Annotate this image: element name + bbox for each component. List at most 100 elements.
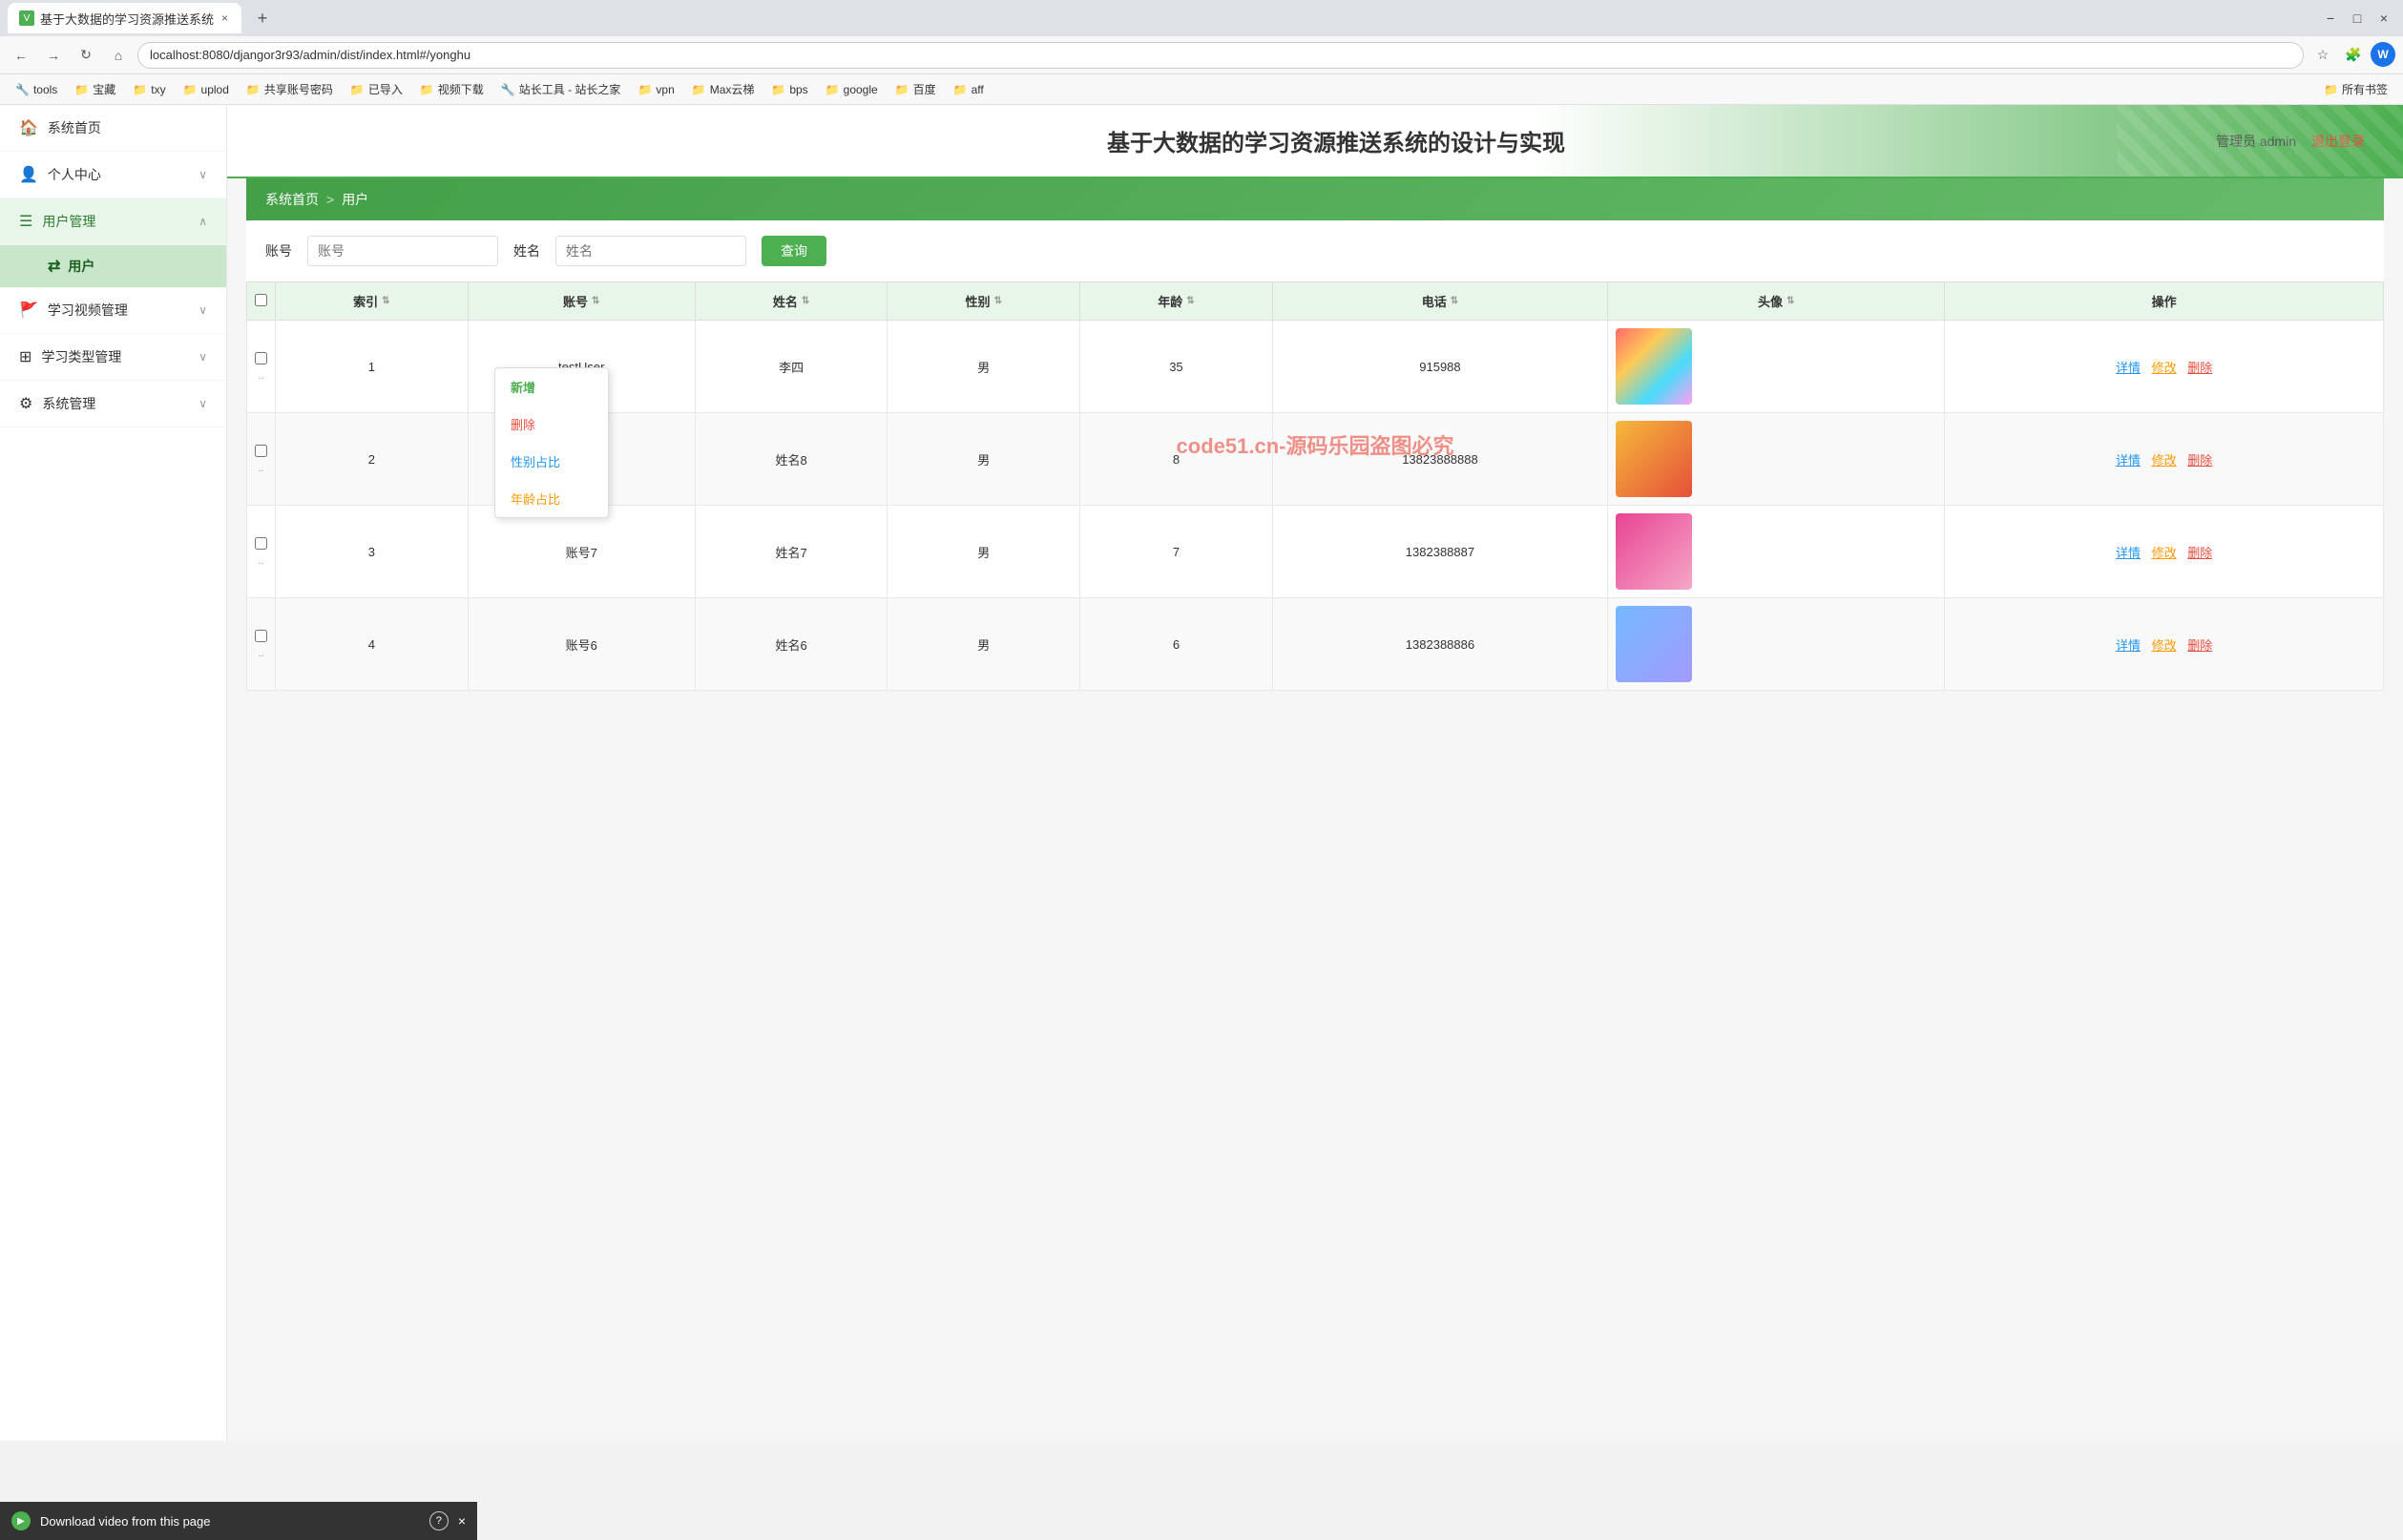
sidebar-item-home[interactable]: 🏠 系统首页 bbox=[0, 105, 226, 152]
bookmark-uplod[interactable]: 📁 uplod bbox=[176, 78, 237, 101]
row2-edit-link[interactable]: 修改 bbox=[2152, 453, 2177, 468]
bookmark-vpn[interactable]: 📁 vpn bbox=[630, 78, 681, 101]
bookmark-shared-label: 共享账号密码 bbox=[264, 81, 333, 97]
row3-avatar-cell bbox=[1608, 506, 1945, 598]
bookmark-shared-account[interactable]: 📁 共享账号密码 bbox=[239, 78, 341, 101]
context-menu-delete[interactable]: 删除 bbox=[495, 406, 608, 443]
row3-phone: 1382388887 bbox=[1272, 506, 1607, 598]
sidebar-item-video-mgmt[interactable]: 🚩 学习视频管理 ∨ bbox=[0, 287, 226, 334]
index-sort-icon[interactable]: ⇅ bbox=[382, 296, 389, 306]
table-row: .. 3 账号7 姓名7 男 7 1382388887 bbox=[247, 506, 2384, 598]
row2-checkbox[interactable] bbox=[255, 445, 267, 457]
bookmark-aff[interactable]: 📁 aff bbox=[946, 78, 992, 101]
close-window-button[interactable]: × bbox=[2372, 7, 2395, 30]
chevron-down-icon-type: ∨ bbox=[199, 350, 207, 364]
row3-edit-link[interactable]: 修改 bbox=[2152, 546, 2177, 560]
bookmark-google-label: google bbox=[844, 83, 878, 96]
bookmark-tools[interactable]: 🔧 tools bbox=[8, 78, 65, 101]
sidebar-item-type-mgmt[interactable]: ⊞ 学习类型管理 ∨ bbox=[0, 334, 226, 381]
flag-icon: 🚩 bbox=[19, 301, 38, 320]
context-menu-add[interactable]: 新增 bbox=[495, 368, 608, 406]
row4-checkbox[interactable] bbox=[255, 630, 267, 642]
select-all-checkbox[interactable] bbox=[255, 294, 267, 306]
row1-actions: 详情 修改 删除 bbox=[1945, 321, 2384, 413]
query-button[interactable]: 查询 bbox=[762, 236, 826, 266]
name-sort-icon[interactable]: ⇅ bbox=[802, 296, 809, 306]
table-wrapper: 新增 删除 性别占比 年龄占比 bbox=[246, 281, 2384, 691]
maximize-button[interactable]: □ bbox=[2346, 7, 2369, 30]
bookmark-webmaster[interactable]: 🔧 站长工具 - 站长之家 bbox=[493, 78, 629, 101]
gender-sort-icon[interactable]: ⇅ bbox=[994, 296, 1002, 306]
sidebar-item-personal[interactable]: 👤 个人中心 ∨ bbox=[0, 152, 226, 198]
download-play-button[interactable]: ▶ bbox=[11, 1511, 31, 1530]
bookmark-aff-label: aff bbox=[972, 83, 984, 96]
context-menu-gender[interactable]: 性别占比 bbox=[495, 443, 608, 480]
avatar-sort-icon[interactable]: ⇅ bbox=[1787, 296, 1794, 306]
account-sort-icon[interactable]: ⇅ bbox=[592, 296, 599, 306]
refresh-button[interactable]: ↻ bbox=[73, 42, 99, 69]
row2-name: 姓名8 bbox=[695, 413, 888, 506]
name-search-input[interactable] bbox=[555, 236, 746, 266]
home-icon: 🏠 bbox=[19, 118, 38, 137]
account-search-input[interactable] bbox=[307, 236, 498, 266]
extensions-button[interactable]: 🧩 bbox=[2340, 42, 2367, 69]
row3-checkbox[interactable] bbox=[255, 537, 267, 550]
home-button[interactable]: ⌂ bbox=[105, 42, 132, 69]
bookmark-google[interactable]: 📁 google bbox=[818, 78, 886, 101]
row3-detail-link[interactable]: 详情 bbox=[2116, 546, 2141, 560]
row1-edit-link[interactable]: 修改 bbox=[2152, 361, 2177, 375]
tab-title: 基于大数据的学习资源推送系统 bbox=[40, 10, 214, 28]
download-help-button[interactable]: ? bbox=[429, 1511, 449, 1530]
row3-delete-link[interactable]: 删除 bbox=[2187, 546, 2212, 560]
bookmark-baidu[interactable]: 📁 百度 bbox=[888, 78, 944, 101]
page-header: 基于大数据的学习资源推送系统的设计与实现 管理员 admin 退出登录 bbox=[227, 105, 2403, 178]
bookmark-uplod-label: uplod bbox=[201, 83, 229, 96]
row4-gender: 男 bbox=[888, 598, 1080, 691]
download-close-button[interactable]: × bbox=[458, 1513, 466, 1529]
breadcrumb-home[interactable]: 系统首页 bbox=[265, 190, 319, 209]
bookmark-txy[interactable]: 📁 txy bbox=[125, 78, 173, 101]
new-tab-button[interactable]: + bbox=[249, 5, 276, 31]
logout-button[interactable]: 退出登录 bbox=[2311, 132, 2365, 151]
row2-delete-link[interactable]: 删除 bbox=[2187, 453, 2212, 468]
bookmark-imported[interactable]: 📁 已导入 bbox=[343, 78, 410, 101]
sidebar-item-user-mgmt[interactable]: ☰ 用户管理 ∧ bbox=[0, 198, 226, 245]
settings-icon: ⚙ bbox=[19, 394, 32, 413]
col-name: 姓名 ⇅ bbox=[695, 282, 888, 321]
table-row: .. 4 账号6 姓名6 男 6 1382388886 bbox=[247, 598, 2384, 691]
bookmark-baozang-icon: 📁 bbox=[74, 83, 89, 96]
download-bar-text: Download video from this page bbox=[40, 1514, 420, 1529]
bookmark-max[interactable]: 📁 Max云梯 bbox=[684, 78, 763, 101]
row1-checkbox[interactable] bbox=[255, 352, 267, 364]
sidebar-item-system-mgmt[interactable]: ⚙ 系统管理 ∨ bbox=[0, 381, 226, 427]
age-sort-icon[interactable]: ⇅ bbox=[1186, 296, 1194, 306]
row1-delete-link[interactable]: 删除 bbox=[2187, 361, 2212, 375]
row4-name: 姓名6 bbox=[695, 598, 888, 691]
forward-button[interactable]: → bbox=[40, 42, 67, 69]
tab-close-button[interactable]: × bbox=[219, 10, 230, 27]
row4-edit-link[interactable]: 修改 bbox=[2152, 638, 2177, 653]
address-bar[interactable]: localhost:8080/djangor3r93/admin/dist/in… bbox=[137, 42, 2304, 69]
row4-detail-link[interactable]: 详情 bbox=[2116, 638, 2141, 653]
bookmark-bps[interactable]: 📁 bps bbox=[763, 78, 815, 101]
title-bar: V 基于大数据的学习资源推送系统 × + − □ × bbox=[0, 0, 2403, 36]
row3-gender: 男 bbox=[888, 506, 1080, 598]
profile-button[interactable]: W bbox=[2371, 42, 2395, 67]
row4-delete-link[interactable]: 删除 bbox=[2187, 638, 2212, 653]
bookmark-baozang[interactable]: 📁 宝藏 bbox=[67, 78, 123, 101]
bookmark-video-download[interactable]: 📁 视频下载 bbox=[412, 78, 491, 101]
row1-checkbox-cell: .. bbox=[247, 321, 276, 413]
browser-tab[interactable]: V 基于大数据的学习资源推送系统 × bbox=[8, 3, 241, 33]
minimize-button[interactable]: − bbox=[2319, 7, 2342, 30]
row2-avatar-cell bbox=[1608, 413, 1945, 506]
sidebar-item-users[interactable]: ⇄ 用户 bbox=[0, 245, 226, 287]
context-menu-age[interactable]: 年龄占比 bbox=[495, 480, 608, 517]
phone-sort-icon[interactable]: ⇅ bbox=[1451, 296, 1458, 306]
row2-gender: 男 bbox=[888, 413, 1080, 506]
row2-detail-link[interactable]: 详情 bbox=[2116, 453, 2141, 468]
bookmark-all[interactable]: 📁 所有书签 bbox=[2316, 78, 2395, 101]
back-button[interactable]: ← bbox=[8, 42, 34, 69]
row1-detail-link[interactable]: 详情 bbox=[2116, 361, 2141, 375]
star-button[interactable]: ☆ bbox=[2309, 42, 2336, 69]
sidebar-personal-label: 个人中心 bbox=[48, 165, 189, 184]
